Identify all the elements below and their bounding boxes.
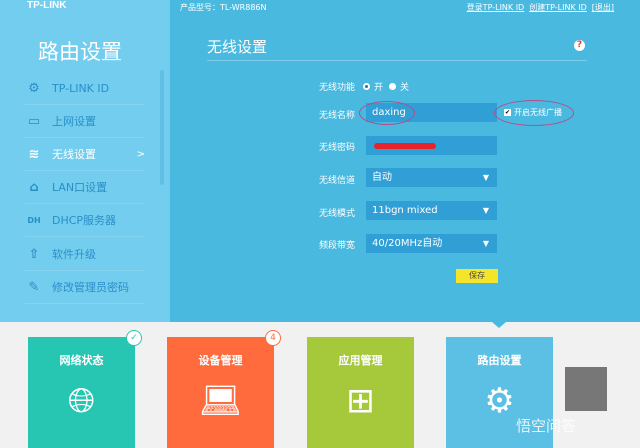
sidebar-scrollbar[interactable]: [160, 70, 164, 185]
laptop-icon: 💻︎: [198, 381, 243, 421]
sidebar-item-internet[interactable]: ▭ 上网设置: [25, 105, 145, 138]
wireless-function-label: 无线功能: [319, 83, 356, 93]
chevron-right-icon: >: [136, 148, 145, 160]
redaction-mark: [374, 143, 436, 149]
bandwidth-select[interactable]: 40/20MHz自动 ▼: [366, 234, 497, 253]
globe-icon: 🌐︎: [67, 381, 96, 421]
password-input[interactable]: [366, 136, 497, 155]
sidebar-item-upgrade[interactable]: ⇧ 软件升级: [25, 238, 145, 271]
logout-link[interactable]: [退出]: [592, 3, 614, 12]
count-badge: 4: [265, 330, 281, 346]
sidebar-item-admin-password[interactable]: ✎ 修改管理员密码: [25, 271, 145, 304]
page-title: 无线设置: [207, 38, 268, 56]
sidebar-item-lan[interactable]: ⌂ LAN口设置: [25, 171, 145, 204]
channel-value: 自动: [372, 172, 392, 183]
sidebar-item-label: 修改管理员密码: [52, 281, 129, 294]
lan-icon: ⌂: [29, 179, 39, 195]
product-model: 产品型号：TL-WR886N: [180, 3, 267, 12]
top-links: 登录TP-LINK ID 创建TP-LINK ID [退出]: [462, 2, 614, 13]
check-badge: ✓: [126, 330, 142, 346]
sidebar-item-label: TP-LINK ID: [52, 81, 110, 95]
annotation-oval: [494, 100, 574, 126]
channel-label: 无线信道: [319, 176, 356, 186]
tile-label: 路由设置: [477, 354, 522, 367]
sidebar-item-label: 软件升级: [52, 248, 96, 261]
bandwidth-label: 频段带宽: [319, 241, 356, 251]
sidebar-item-dhcp[interactable]: DH DHCP服务器: [25, 204, 145, 237]
radio-on[interactable]: 开: [363, 80, 383, 93]
laptop-icon: ▭: [27, 113, 41, 129]
sidebar: TP-LINK 路由设置 ⚙ TP-LINK ID ▭ 上网设置 ≋ 无线设置 > ⌂ L…: [0, 0, 170, 322]
mode-select[interactable]: 11bgn mixed ▼: [366, 201, 497, 220]
radio-on-label: 开: [374, 83, 384, 93]
radio-off-label: 关: [400, 83, 410, 93]
mode-value: 11bgn mixed: [372, 205, 438, 216]
sidebar-item-label: LAN口设置: [52, 181, 108, 194]
channel-select[interactable]: 自动 ▼: [366, 168, 497, 187]
gear-icon: ⚙: [28, 80, 40, 96]
ssid-label: 无线名称: [319, 111, 356, 121]
sidebar-item-label: 无线设置: [52, 148, 96, 161]
tp-link-logo: TP-LINK: [27, 0, 67, 11]
apps-grid-icon: ⊞: [346, 381, 375, 421]
dropdown-arrow-icon: ▼: [482, 206, 489, 215]
sidebar-item-label: 上网设置: [52, 115, 96, 128]
bandwidth-value: 40/20MHz自动: [372, 238, 443, 249]
tile-label: 网络状态: [59, 354, 104, 367]
wifi-icon: ≋: [28, 146, 40, 162]
radio-off[interactable]: 关: [389, 80, 409, 93]
qr-code-image: [565, 367, 607, 411]
tile-device-management[interactable]: 4 设备管理 💻︎: [167, 330, 281, 448]
sidebar-title: 路由设置: [38, 40, 122, 64]
login-link[interactable]: 登录TP-LINK ID: [467, 3, 525, 12]
divider: [207, 60, 587, 61]
watermark: 悟空问答: [516, 417, 577, 435]
upload-icon: ⇧: [28, 246, 40, 262]
mode-label: 无线模式: [319, 209, 356, 219]
tile-network-status[interactable]: ✓ 网络状态 🌐︎: [28, 330, 142, 448]
dropdown-arrow-icon: ▼: [482, 239, 489, 248]
tile-app-management[interactable]: 应用管理 ⊞: [307, 337, 414, 448]
pencil-icon: ✎: [28, 279, 40, 295]
sidebar-item-label: DHCP服务器: [52, 214, 117, 227]
password-label: 无线密码: [319, 143, 356, 153]
help-icon[interactable]: ?: [574, 40, 585, 51]
save-button[interactable]: 保存: [456, 269, 498, 283]
dropdown-arrow-icon: ▼: [482, 173, 489, 182]
tile-label: 设备管理: [198, 354, 243, 367]
main-panel: 产品型号：TL-WR886N 登录TP-LINK ID 创建TP-LINK ID […: [170, 0, 640, 322]
annotation-oval: [359, 101, 415, 125]
active-tile-pointer: [492, 322, 506, 328]
create-id-link[interactable]: 创建TP-LINK ID: [529, 3, 587, 12]
sidebar-item-wireless[interactable]: ≋ 无线设置 >: [25, 138, 145, 171]
tile-label: 应用管理: [338, 354, 383, 367]
dhcp-icon: DH: [27, 215, 41, 225]
sidebar-item-tplink-id[interactable]: ⚙ TP-LINK ID: [25, 72, 145, 105]
